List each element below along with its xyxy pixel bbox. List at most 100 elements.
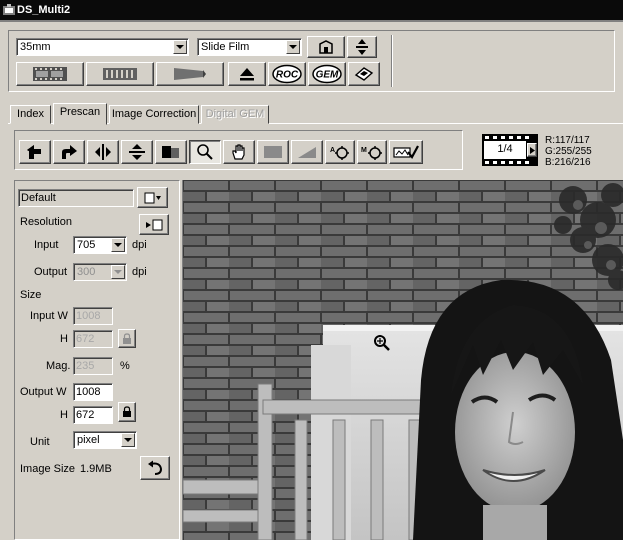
strip-holder-button[interactable] bbox=[16, 62, 84, 86]
resolution-menu-button[interactable] bbox=[139, 214, 169, 235]
flip-horizontal-icon bbox=[95, 144, 111, 160]
reset-button[interactable] bbox=[140, 456, 170, 480]
book-icon bbox=[354, 67, 374, 81]
gem-button[interactable]: GEM bbox=[308, 62, 346, 86]
apply-icon bbox=[393, 145, 419, 159]
chevron-down-icon[interactable] bbox=[121, 433, 135, 447]
preset-field[interactable]: Default bbox=[18, 189, 134, 207]
gradient-button[interactable] bbox=[291, 140, 323, 164]
output-width-value: 1008 bbox=[76, 386, 101, 398]
midtone-point-icon: M bbox=[361, 146, 382, 160]
prescan-image bbox=[183, 180, 623, 540]
tab-index[interactable]: Index bbox=[10, 105, 51, 124]
preset-value: Default bbox=[21, 192, 56, 204]
chevron-down-icon[interactable] bbox=[286, 40, 300, 54]
output-resolution-label: Output bbox=[34, 266, 68, 278]
tab-digital-gem: Digital GEM bbox=[201, 105, 269, 124]
green-value: G:255/255 bbox=[545, 146, 592, 157]
preset-menu-button[interactable] bbox=[137, 187, 168, 208]
tab-image-correction[interactable]: Image Correction bbox=[109, 105, 199, 124]
gradient-icon bbox=[298, 147, 316, 158]
app-icon bbox=[3, 4, 15, 16]
output-width-label: Output W bbox=[20, 386, 67, 398]
input-width-label: Input W bbox=[30, 310, 68, 322]
rotate-left-icon bbox=[27, 145, 41, 159]
size-label: Size bbox=[20, 289, 42, 301]
input-resolution-select[interactable]: 705 bbox=[73, 236, 127, 254]
tab-prescan[interactable]: Prescan bbox=[53, 103, 107, 125]
film-type-value: Slide Film bbox=[201, 41, 250, 53]
gray-swatch-icon bbox=[264, 146, 282, 158]
window-title: DS_Multi2 bbox=[17, 4, 71, 16]
magnification-unit: % bbox=[120, 360, 130, 372]
preset-menu-icon bbox=[144, 192, 161, 203]
input-width-field: 1008 bbox=[73, 307, 113, 325]
midtone-point-button[interactable]: M bbox=[357, 140, 387, 164]
tab-prescan-label: Prescan bbox=[59, 106, 101, 118]
roc-label: ROC bbox=[276, 70, 299, 81]
zoom-button[interactable] bbox=[189, 140, 221, 164]
rotate-right-icon bbox=[62, 145, 77, 159]
film-size-value: 35mm bbox=[20, 41, 51, 53]
slide-mount-button[interactable] bbox=[156, 62, 224, 86]
output-ratio-lock-button[interactable] bbox=[118, 402, 136, 422]
crop-button[interactable] bbox=[155, 140, 187, 164]
film-strip-icon bbox=[33, 67, 67, 81]
prescan-preview[interactable] bbox=[182, 180, 623, 540]
eject-button[interactable] bbox=[228, 62, 266, 86]
input-height-value: 672 bbox=[76, 333, 95, 345]
output-width-field[interactable]: 1008 bbox=[73, 383, 113, 401]
film-type-select[interactable]: Slide Film bbox=[197, 38, 302, 56]
chevron-down-icon[interactable] bbox=[173, 40, 187, 54]
lock-icon bbox=[123, 332, 131, 344]
blue-value: B:216/216 bbox=[545, 157, 591, 168]
roc-button[interactable]: ROC bbox=[268, 62, 306, 86]
hand-icon bbox=[232, 144, 245, 160]
hand-button[interactable] bbox=[223, 140, 255, 164]
input-height-field: 672 bbox=[73, 330, 113, 348]
chevron-right-icon bbox=[529, 146, 535, 154]
flip-vertical-button[interactable] bbox=[121, 140, 153, 164]
toolbar-divider bbox=[391, 35, 393, 87]
image-size-value: 1.9MB bbox=[80, 463, 112, 475]
output-height-label: H bbox=[60, 409, 68, 421]
next-frame-button[interactable] bbox=[527, 143, 537, 157]
input-height-label: H bbox=[60, 333, 68, 345]
crop-icon bbox=[162, 146, 179, 158]
magnification-field: 235 bbox=[73, 357, 113, 375]
image-size-label: Image Size bbox=[20, 463, 76, 475]
unit-select[interactable]: pixel bbox=[73, 431, 137, 449]
output-resolution-value: 300 bbox=[77, 266, 96, 278]
apply-button[interactable] bbox=[389, 140, 423, 164]
resolution-menu-icon bbox=[146, 219, 163, 230]
film-size-select[interactable]: 35mm bbox=[16, 38, 189, 56]
rotate-left-button[interactable] bbox=[19, 140, 51, 164]
output-height-value: 672 bbox=[76, 409, 95, 421]
unit-value: pixel bbox=[77, 434, 100, 446]
rotate-right-button[interactable] bbox=[53, 140, 85, 164]
preferences-icon bbox=[319, 40, 333, 54]
input-ratio-lock-button bbox=[118, 329, 136, 348]
output-unit-label: dpi bbox=[132, 266, 147, 278]
magnification-value: 235 bbox=[76, 360, 95, 372]
gray-balance-button[interactable] bbox=[257, 140, 289, 164]
output-height-field[interactable]: 672 bbox=[73, 406, 113, 424]
preferences-button[interactable] bbox=[307, 36, 345, 58]
slide-mount-icon bbox=[174, 68, 206, 80]
roc-icon: ROC bbox=[272, 64, 302, 84]
lock-icon bbox=[123, 406, 131, 417]
white-point-button[interactable]: A bbox=[325, 140, 355, 164]
gem-label: GEM bbox=[316, 70, 339, 81]
scan-adjust-button[interactable] bbox=[347, 36, 377, 58]
film-holder-button[interactable] bbox=[86, 62, 154, 86]
flip-horizontal-button[interactable] bbox=[87, 140, 119, 164]
title-bar: DS_Multi2 bbox=[0, 0, 623, 20]
gem-icon: GEM bbox=[312, 64, 342, 84]
chevron-down-icon[interactable] bbox=[111, 238, 125, 252]
book-button[interactable] bbox=[348, 62, 380, 86]
unit-label: Unit bbox=[30, 436, 50, 448]
input-unit-label: dpi bbox=[132, 239, 147, 251]
rgb-readout: R:117/117 G:255/255 B:216/216 bbox=[545, 135, 592, 168]
svg-text:A: A bbox=[330, 147, 335, 154]
scan-adjust-icon bbox=[356, 39, 368, 55]
